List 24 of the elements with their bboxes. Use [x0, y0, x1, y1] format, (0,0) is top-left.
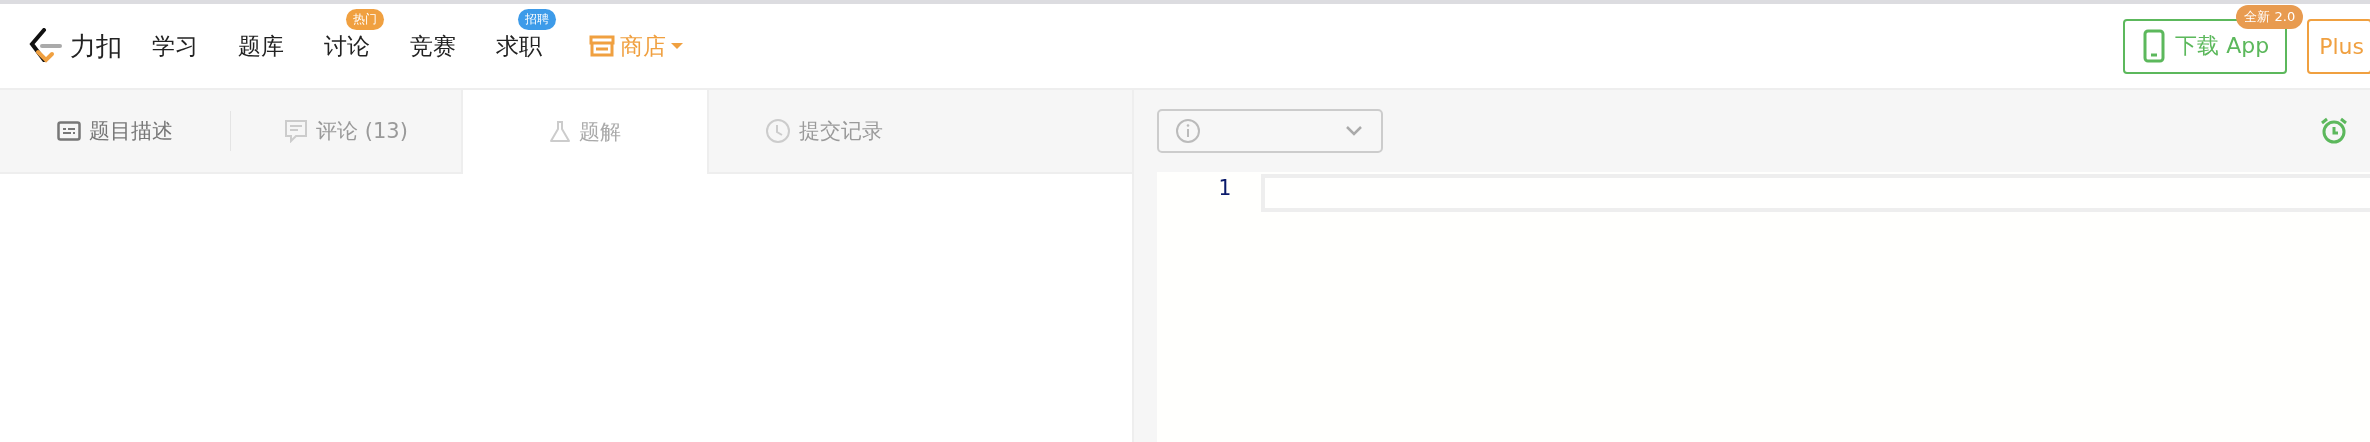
nav-badge: 招聘 — [518, 8, 556, 30]
card-icon — [57, 121, 81, 141]
nav-link[interactable]: 题库 — [238, 30, 284, 62]
panel-tab[interactable]: 题解 — [461, 90, 709, 174]
nav-link[interactable]: 竞赛 — [410, 30, 456, 62]
caret-icon — [670, 42, 684, 50]
panel-tab[interactable]: 题目描述 — [0, 90, 230, 172]
nav-link[interactable]: 讨论 — [324, 30, 370, 62]
clock-icon — [765, 118, 791, 144]
nav-link[interactable]: 求职 — [496, 30, 542, 62]
new-badge: 全新 2.0 — [2236, 4, 2304, 29]
phone-icon — [2143, 29, 2166, 63]
alarm-clock-icon[interactable] — [2320, 117, 2348, 145]
nav-link[interactable]: 学习 — [152, 30, 198, 62]
logo-text[interactable]: 力扣 — [70, 28, 122, 64]
comment-icon — [284, 119, 309, 143]
logo-icon[interactable] — [28, 28, 62, 64]
info-icon — [1175, 118, 1201, 144]
flask-icon — [549, 120, 571, 144]
chevron-down-icon — [1345, 125, 1363, 137]
shop-icon — [588, 34, 616, 58]
nav-badge: 热门 — [346, 8, 384, 30]
line-number: 1 — [1217, 176, 1231, 200]
language-dropdown[interactable] — [1157, 109, 1383, 153]
